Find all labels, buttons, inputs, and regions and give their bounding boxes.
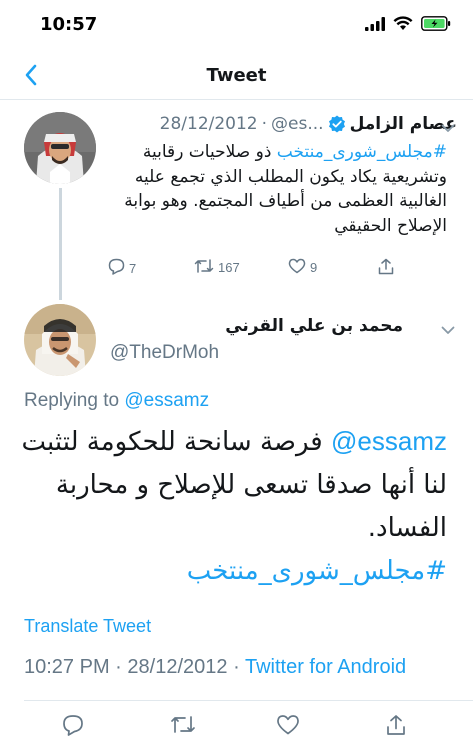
- tweet-time: 10:27 PM: [24, 656, 110, 678]
- caret-down-icon[interactable]: [441, 320, 455, 339]
- reply-actions: [0, 714, 473, 744]
- parent-like-count: 9: [310, 260, 318, 275]
- parent-tweet-header: عصام الزامل @es... · 28/12/2012: [107, 111, 457, 137]
- parent-actions: 7 167 9: [106, 258, 406, 282]
- divider: [24, 700, 473, 701]
- reply-hashtag[interactable]: #مجلس_شورى_منتخب: [187, 556, 447, 586]
- replying-to-handle[interactable]: @essamz: [124, 390, 209, 411]
- caret-down-icon[interactable]: [441, 118, 455, 137]
- share-icon: [386, 715, 406, 740]
- like-button[interactable]: [276, 714, 300, 739]
- parent-retweet-button[interactable]: 167: [194, 258, 240, 277]
- reply-avatar[interactable]: [24, 304, 96, 376]
- signal-icon: [365, 16, 385, 35]
- replying-prefix: Replying to: [24, 390, 120, 411]
- retweet-icon: [194, 258, 214, 277]
- parent-retweet-count: 167: [218, 260, 240, 275]
- retweet-icon: [170, 716, 196, 739]
- reply-tweet-text: @essamz فرصة سانحة للحكومة لتثبت لنا أنه…: [17, 420, 447, 593]
- nav-bar: Tweet: [0, 54, 473, 100]
- meta-separator: ·: [115, 656, 122, 678]
- parent-avatar[interactable]: [24, 112, 96, 184]
- parent-date: 28/12/2012: [159, 114, 258, 134]
- thread-connector: [59, 188, 62, 300]
- retweet-button[interactable]: [170, 714, 196, 739]
- reply-author-name[interactable]: محمد بن علي القرني: [225, 316, 403, 336]
- tweet-date: 28/12/2012: [127, 656, 228, 678]
- parent-hashtag[interactable]: #مجلس_شورى_منتخب: [277, 142, 447, 162]
- reply-button[interactable]: [62, 714, 84, 740]
- battery-icon: [421, 16, 451, 35]
- header-separator: ·: [261, 114, 268, 134]
- translate-tweet-link[interactable]: Translate Tweet: [24, 616, 151, 637]
- page-title: Tweet: [206, 65, 267, 86]
- tweet-source[interactable]: Twitter for Android: [245, 656, 406, 678]
- replying-to-line: Replying to @essamz: [24, 390, 209, 412]
- wifi-icon: [393, 16, 413, 35]
- share-icon: [378, 258, 394, 278]
- parent-handle[interactable]: @es...: [271, 114, 324, 134]
- parent-reply-count: 7: [129, 260, 137, 276]
- parent-reply-button[interactable]: 7: [108, 258, 136, 278]
- reply-handle[interactable]: @TheDrMoh: [110, 342, 219, 364]
- parent-tweet-text: #مجلس_شورى_منتخب ذو صلاحيات رقابية وتشري…: [107, 140, 447, 238]
- status-icons: [365, 16, 451, 35]
- reply-icon: [62, 715, 84, 740]
- like-icon: [288, 258, 306, 277]
- share-button[interactable]: [386, 714, 406, 740]
- reply-mention[interactable]: @essamz: [331, 426, 447, 456]
- parent-share-button[interactable]: [378, 258, 394, 278]
- status-bar: 10:57: [0, 0, 473, 50]
- meta-separator: ·: [233, 656, 240, 678]
- tweet-meta: 10:27 PM · 28/12/2012 · Twitter for Andr…: [24, 656, 406, 679]
- like-icon: [276, 715, 300, 739]
- status-time: 10:57: [40, 14, 98, 35]
- verified-icon: [328, 115, 346, 133]
- parent-like-button[interactable]: 9: [288, 258, 317, 277]
- reply-icon: [108, 258, 125, 278]
